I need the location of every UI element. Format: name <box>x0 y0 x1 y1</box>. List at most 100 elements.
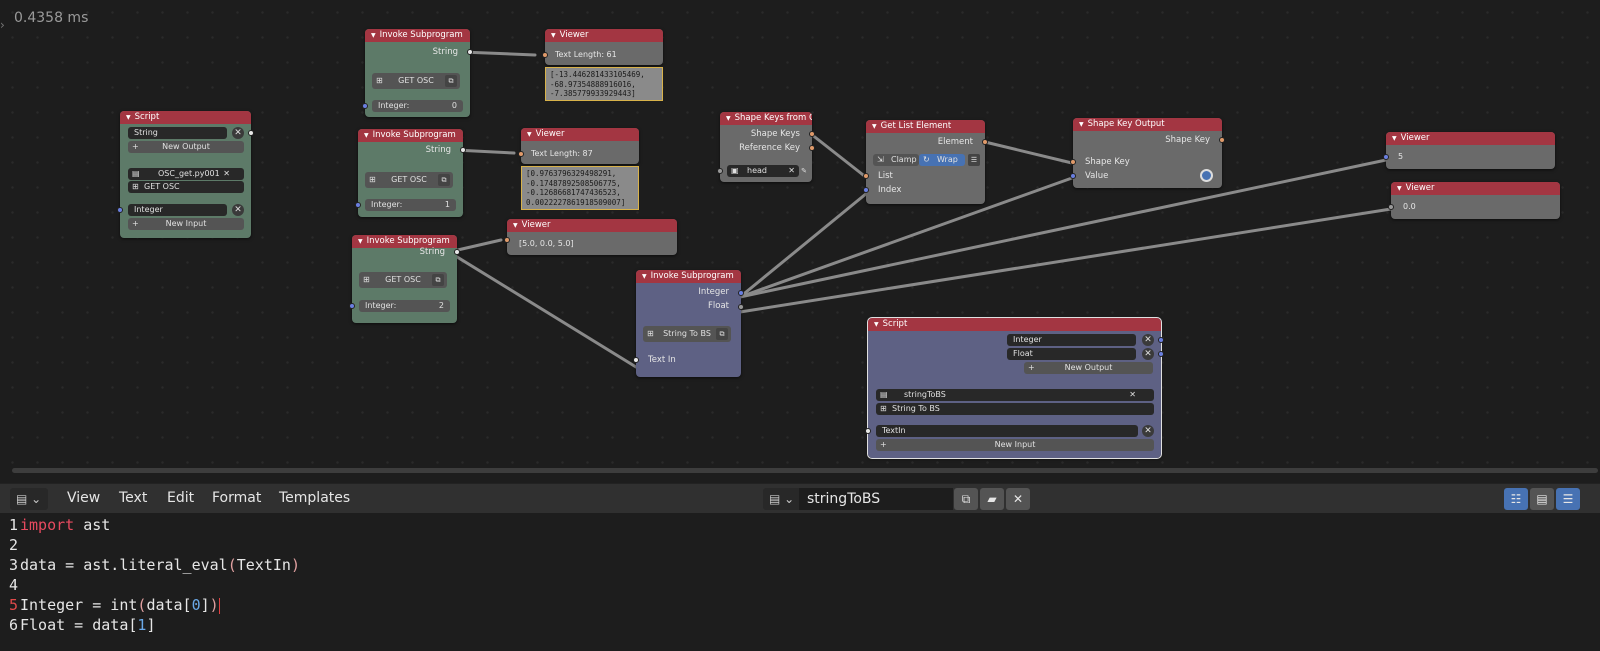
remove-input-button[interactable]: ✕ <box>1142 425 1154 437</box>
integer-field[interactable]: Integer: 0 <box>372 100 463 112</box>
output-socket[interactable] <box>738 304 744 310</box>
remove-output-button[interactable]: ✕ <box>1142 334 1154 346</box>
output-name-field[interactable]: Float <box>1007 348 1136 360</box>
remove-input-button[interactable]: ✕ <box>232 204 244 216</box>
viewer-node[interactable]: ▼ Viewer Text Length: 61 <box>542 29 663 65</box>
clear-icon[interactable]: ✕ <box>223 168 230 180</box>
code-line[interactable]: 6 Float = data[1] <box>0 615 156 635</box>
duplicate-icon[interactable]: ⧉ <box>954 488 978 510</box>
invoke-subprogram-node[interactable]: ▼ Invoke Subprogram String ⊞ GET OSC ⧉ Int… <box>349 235 460 323</box>
menu-text[interactable]: Text <box>119 490 147 506</box>
node-header[interactable]: ▼ Viewer <box>521 128 639 141</box>
line-numbers-icon[interactable]: ☷ <box>1504 488 1528 510</box>
input-socket[interactable] <box>1070 159 1076 165</box>
integer-field[interactable]: Integer: 1 <box>365 199 456 211</box>
object-field[interactable]: ▣ head ✕ <box>727 165 799 177</box>
menu-edit[interactable]: Edit <box>167 490 194 506</box>
output-name-field[interactable]: String <box>128 127 227 139</box>
input-socket[interactable] <box>542 52 548 58</box>
editor-type-selector[interactable]: ▤ ⌄ <box>10 488 48 510</box>
input-socket[interactable] <box>362 103 368 109</box>
clamp-toggle[interactable]: ⇲ Clamp <box>873 154 919 166</box>
node-header[interactable]: ▼ Script <box>868 318 1161 331</box>
input-socket[interactable] <box>865 428 871 434</box>
close-icon[interactable]: ✕ <box>1006 488 1030 510</box>
viewer-node[interactable]: ▼ Viewer 5 <box>1383 132 1555 169</box>
output-socket[interactable] <box>982 139 988 145</box>
shape-keys-from-object-node[interactable]: ▼Shape Keys from Ob... Shape Keys Refere… <box>717 112 815 182</box>
output-socket[interactable] <box>1219 137 1225 143</box>
output-name-field[interactable]: Integer <box>1007 334 1136 346</box>
code-line[interactable]: 3 data = ast.literal_eval(TextIn) <box>0 555 300 575</box>
code-line[interactable]: 2 <box>0 535 20 555</box>
input-socket[interactable] <box>518 151 524 157</box>
subprogram-name-field[interactable]: ⊞ GET OSC <box>128 181 244 193</box>
node-header[interactable]: ▼Shape Keys from Ob... <box>720 112 812 125</box>
invoke-subprogram-node[interactable]: ▼ Invoke Subprogram String ⊞ GET OSC ⧉ Int… <box>355 129 466 217</box>
node-header[interactable]: ▼ Viewer <box>507 219 677 232</box>
output-socket[interactable] <box>460 147 466 153</box>
word-wrap-icon[interactable]: ▤ <box>1530 488 1554 510</box>
viewer-node[interactable]: ▼ Viewer 0.0 <box>1388 182 1560 219</box>
code-line[interactable]: 4 <box>0 575 20 595</box>
menu-view[interactable]: View <box>67 490 100 506</box>
input-socket[interactable] <box>633 357 639 363</box>
input-socket[interactable] <box>863 187 869 193</box>
input-socket[interactable] <box>117 207 123 213</box>
input-socket[interactable] <box>863 173 869 179</box>
node-header[interactable]: ▼ Script <box>120 111 251 124</box>
input-name-field[interactable]: Integer <box>128 204 227 216</box>
input-socket[interactable] <box>1070 173 1076 179</box>
output-socket[interactable] <box>1158 337 1164 343</box>
output-socket[interactable] <box>1158 351 1164 357</box>
syntax-highlight-icon[interactable]: ☰ <box>1556 488 1580 510</box>
invoke-subprogram-node[interactable]: ▼ Invoke Subprogram String ⊞ GET OSC ⧉ Int… <box>362 29 473 117</box>
output-socket[interactable] <box>467 49 473 55</box>
output-socket[interactable] <box>809 145 815 151</box>
code-line[interactable]: 5 Integer = int(data[0]) <box>0 595 220 615</box>
output-socket[interactable] <box>809 131 815 137</box>
wrap-toggle[interactable]: ↻ Wrap <box>919 154 965 166</box>
input-socket[interactable] <box>349 303 355 309</box>
output-socket[interactable] <box>738 290 744 296</box>
viewer-node[interactable]: ▼ Viewer Text Length: 87 <box>518 128 639 164</box>
script-file-field[interactable]: ▤ stringToBS ✕ <box>876 389 1154 401</box>
script-file-field[interactable]: OSC_get.py001 ▤ ✕ <box>128 168 244 180</box>
edit-icon[interactable]: ⧉ <box>716 328 728 340</box>
list-icon[interactable]: ☰ <box>968 154 980 166</box>
remove-output-button[interactable]: ✕ <box>232 127 244 139</box>
subprogram-name-field[interactable]: ⊞ String To BS <box>876 403 1154 415</box>
input-socket[interactable] <box>1383 154 1389 160</box>
output-socket[interactable] <box>454 249 460 255</box>
node-header[interactable]: ▼ Viewer <box>1386 132 1555 145</box>
viewer-node[interactable]: ▼ Viewer [5.0, 0.0, 5.0] <box>504 219 677 255</box>
edit-icon[interactable]: ⧉ <box>438 174 450 186</box>
input-name-field[interactable]: TextIn <box>876 425 1138 437</box>
invoke-subprogram-node[interactable]: ▼ Invoke Subprogram Integer Float ⊞ String… <box>633 270 744 377</box>
node-header[interactable]: ▼ Invoke Subprogram <box>636 270 741 283</box>
input-socket[interactable] <box>504 237 510 243</box>
text-editor-body[interactable]: 1 import ast 2 3 data = ast.literal_eval(Tex… <box>0 513 1600 651</box>
shape-key-output-node[interactable]: ▼ Shape Key Output Shape Key Shape Key Va… <box>1070 118 1225 188</box>
node-header[interactable]: ▼ Invoke Subprogram <box>358 129 463 142</box>
script-node[interactable]: ▼ Script String ✕ + New Output OSC_get.py0… <box>117 111 254 238</box>
node-header[interactable]: ▼ Invoke Subprogram <box>365 29 470 42</box>
get-list-element-node[interactable]: ▼ Get List Element Element ⇲ Clamp ↻ Wrap ☰… <box>863 120 988 204</box>
menu-format[interactable]: Format <box>212 490 261 506</box>
clear-icon[interactable]: ✕ <box>788 165 795 177</box>
node-editor[interactable]: › 0.4358 ms ▼ Script String ✕ + New Output… <box>0 0 1600 483</box>
input-socket[interactable] <box>717 168 723 174</box>
browse-text-selector[interactable]: ▤ ⌄ <box>763 488 799 510</box>
script-node[interactable]: ▼ Script Integer ✕ Float ✕ + New Output ▤ … <box>865 317 1164 459</box>
node-header[interactable]: ▼ Shape Key Output <box>1073 118 1222 131</box>
text-document-name[interactable]: stringToBS <box>799 488 953 510</box>
record-icon[interactable] <box>1200 169 1213 182</box>
edit-icon[interactable]: ⧉ <box>432 274 444 286</box>
node-header[interactable]: ▼ Viewer <box>1391 182 1560 195</box>
open-folder-icon[interactable]: ▰ <box>980 488 1004 510</box>
output-socket[interactable] <box>248 130 254 136</box>
menu-templates[interactable]: Templates <box>279 490 350 506</box>
edit-icon[interactable]: ⧉ <box>445 75 457 87</box>
new-input-button[interactable]: + New Input <box>876 439 1154 451</box>
new-output-button[interactable]: + New Output <box>1024 362 1153 374</box>
